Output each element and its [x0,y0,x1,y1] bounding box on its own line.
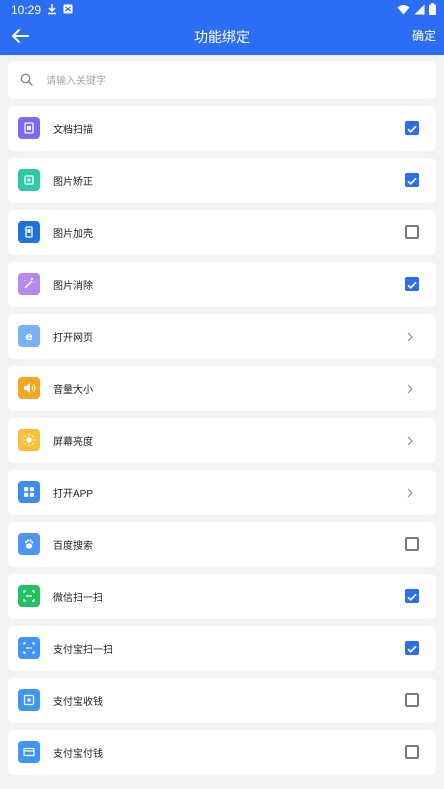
item-label: 图片矫正 [53,177,93,188]
checkbox-checked[interactable] [405,641,419,655]
list-item[interactable]: 支付宝收钱 [8,678,436,723]
item-label: 打开APP [53,489,94,500]
list-item[interactable]: 图片消除 [8,262,436,307]
brightness-icon [18,429,40,451]
alipay-scan-icon [18,637,40,659]
checkbox-unchecked[interactable] [405,225,419,239]
chevron-right-icon[interactable] [404,433,416,447]
browser-icon: e [18,325,40,347]
app-bar: 10:29 功能绑定 确定 [0,0,444,55]
item-label: 图片消除 [53,281,93,292]
item-label: 屏幕亮度 [53,437,93,448]
list-item[interactable]: 图片加壳 [8,210,436,255]
list-item[interactable]: 音量大小 [8,366,436,411]
list-item[interactable]: 百度搜索 [8,522,436,567]
baidu-icon [18,533,40,555]
item-label: 百度搜索 [53,541,93,552]
list-item[interactable]: 打开APP [8,470,436,515]
search-input[interactable] [44,70,418,92]
download-icon [48,4,56,15]
checkbox-checked[interactable] [405,121,419,135]
confirm-button[interactable]: 确定 [412,27,436,44]
list-item[interactable]: 图片矫正 [8,158,436,203]
check-icon [407,593,417,602]
function-list: 文档扫描图片矫正图片加壳图片消除 e 打开网页音量大小屏幕亮度打开APP 百度搜索微信… [8,106,436,782]
chevron-right-icon[interactable] [404,485,416,499]
list-item[interactable]: 屏幕亮度 [8,418,436,463]
magic-wand-icon [18,273,40,295]
check-icon [407,281,417,290]
wifi-icon [397,4,410,14]
search-icon [20,73,33,86]
phone-shell-icon [18,221,40,243]
chevron-right-icon[interactable] [404,329,416,343]
list-item[interactable]: 微信扫一扫 [8,574,436,619]
notification-icon [63,4,73,14]
checkbox-checked[interactable] [405,277,419,291]
status-time: 10:29 [11,3,42,17]
app-grid-icon [18,481,40,503]
check-icon [407,125,417,134]
list-item[interactable]: 支付宝付钱 [8,730,436,775]
checkbox-checked[interactable] [405,589,419,603]
item-label: 微信扫一扫 [53,593,103,604]
checkbox-unchecked[interactable] [405,693,419,707]
checkbox-checked[interactable] [405,173,419,187]
page-title: 功能绑定 [194,29,250,45]
image-correct-icon [18,169,40,191]
battery-icon [429,3,436,15]
checkbox-unchecked[interactable] [405,745,419,759]
status-bar: 10:29 [0,0,444,20]
chevron-right-icon[interactable] [404,381,416,395]
svg-text:e: e [25,330,32,343]
item-label: 打开网页 [53,333,93,344]
item-label: 图片加壳 [53,229,93,240]
item-label: 文档扫描 [53,125,93,136]
document-scan-icon [18,117,40,139]
item-label: 音量大小 [53,385,93,396]
alipay-receive-icon [18,689,40,711]
list-item[interactable]: e 打开网页 [8,314,436,359]
check-icon [407,177,417,186]
list-item[interactable]: 文档扫描 [8,106,436,151]
toolbar: 功能绑定 确定 [0,20,444,55]
item-label: 支付宝收钱 [53,697,103,708]
signal-icon [414,4,425,14]
wechat-scan-icon [18,585,40,607]
volume-icon [18,377,40,399]
search-bar [8,61,436,99]
item-label: 支付宝付钱 [53,749,103,760]
item-label: 支付宝扫一扫 [53,645,113,656]
checkbox-unchecked[interactable] [405,537,419,551]
alipay-pay-icon [18,741,40,763]
check-icon [407,645,417,654]
list-item[interactable]: 支付宝扫一扫 [8,626,436,671]
